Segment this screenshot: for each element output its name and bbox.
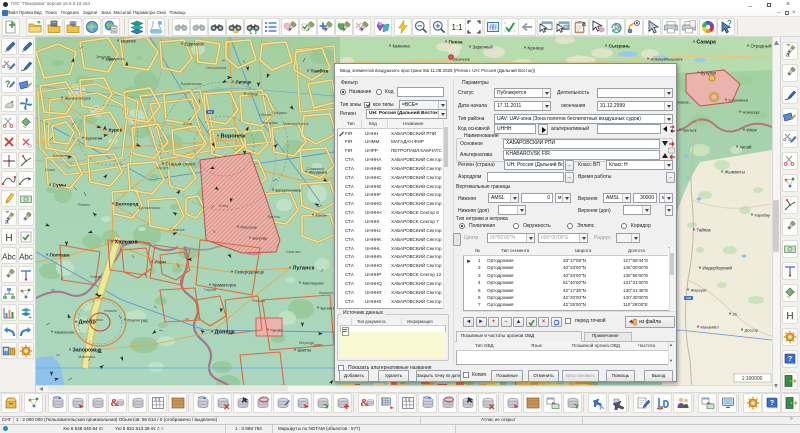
svg-text:Abc: Abc	[2, 252, 16, 261]
svg-text:Новосерг.: Новосерг.	[743, 110, 761, 115]
svg-text:Сумы: Сумы	[53, 183, 67, 189]
svg-text:Доссор: Доссор	[745, 328, 759, 333]
svg-text:Усмань: Усмань	[104, 309, 117, 313]
svg-text:Белгород: Белгород	[116, 202, 139, 208]
svg-text:Славянск: Славянск	[307, 167, 324, 171]
svg-text:Старый Оскол: Старый Оскол	[166, 162, 196, 167]
svg-text:Мценск: Мценск	[121, 39, 136, 44]
svg-text:Северодонецк: Северодонецк	[235, 270, 265, 275]
svg-text:Харьков: Харьков	[115, 240, 139, 246]
svg-text:Ефремов: Ефремов	[185, 42, 205, 47]
svg-text:Лозовая: Лозовая	[272, 111, 287, 115]
svg-text:Abc: Abc	[19, 252, 33, 261]
svg-text:Макеевка: Макеевка	[78, 355, 96, 359]
svg-text:1: 1	[404, 398, 406, 402]
svg-text:Снежное: Снежное	[169, 228, 185, 232]
svg-text:Миллерово: Миллерово	[303, 281, 325, 286]
svg-text:Карабау: Карабау	[755, 213, 770, 218]
svg-text:Илек: Илек	[747, 128, 757, 133]
svg-text:a: a	[5, 218, 9, 225]
svg-text:1:100000: 1:100000	[742, 376, 763, 382]
svg-text:Засечное: Засечное	[453, 57, 471, 62]
svg-text:Липецк: Липецк	[236, 80, 253, 85]
svg-text:Изюм: Изюм	[155, 260, 166, 265]
svg-text:Калач: Калач	[316, 213, 327, 218]
svg-text:Каменское: Каменское	[55, 330, 76, 335]
svg-text:Махамбет: Махамбет	[701, 325, 720, 330]
svg-text:Ромны: Ромны	[78, 203, 90, 207]
svg-text:Мерефа: Мерефа	[299, 341, 315, 345]
svg-text:Воронеж: Воронеж	[221, 134, 247, 140]
svg-text:Лиски: Лиски	[45, 168, 55, 172]
svg-text:грельск: грельск	[683, 128, 697, 133]
svg-text:Сватово: Сватово	[286, 250, 301, 254]
svg-text:Елец: Елец	[219, 204, 229, 208]
svg-text:Обоянь: Обоянь	[259, 113, 272, 117]
svg-text:?: ?	[788, 356, 792, 363]
svg-text:Чугуев: Чугуев	[157, 166, 169, 170]
svg-text:Сорочинск: Сорочинск	[729, 98, 749, 103]
svg-text:Горловка: Горловка	[87, 318, 104, 322]
svg-text:?: ?	[769, 400, 773, 407]
svg-text:?: ?	[727, 20, 732, 28]
svg-text:Запорожье: Запорожье	[73, 348, 102, 354]
svg-text:H: H	[5, 233, 12, 244]
svg-text:Глухов: Глухов	[204, 288, 216, 292]
svg-text:Zh...: Zh...	[733, 312, 741, 317]
svg-text:Ливны: Ливны	[90, 275, 102, 279]
svg-text:Балаклея: Балаклея	[53, 154, 70, 158]
svg-text:Донецк: Донецк	[215, 330, 235, 336]
svg-text:Полтава: Полтава	[50, 253, 70, 259]
svg-text:Жымпиты: Жымпиты	[725, 170, 745, 175]
svg-text:Курчатов: Курчатов	[86, 136, 103, 141]
svg-text:H: H	[786, 311, 793, 322]
svg-text:Жарсуат: Жарсуат	[691, 288, 707, 293]
svg-text:Бутурлиновка: Бутурлиновка	[276, 188, 302, 193]
svg-text:Железногорск: Железногорск	[65, 96, 91, 101]
svg-text:Каменка: Каменка	[393, 44, 411, 49]
svg-text:Купянск: Купянск	[319, 291, 333, 295]
svg-text:2: 2	[157, 398, 159, 402]
svg-text:1: 1	[154, 398, 156, 402]
svg-text:Отрадный: Отрадный	[751, 44, 772, 49]
svg-text:Пенза: Пенза	[449, 40, 463, 46]
svg-text:Луганск: Луганск	[293, 266, 315, 272]
svg-text:Аксай: Аксай	[740, 145, 753, 150]
svg-text:Шахты: Шахты	[298, 348, 312, 353]
svg-text:Должанская: Должанская	[139, 206, 160, 210]
svg-text:Грязи: Грязи	[248, 92, 258, 97]
svg-text:Кузнецк: Кузнецк	[528, 46, 544, 51]
svg-text:Краматорск: Краматорск	[213, 283, 237, 288]
svg-text:Россошь: Россошь	[241, 225, 257, 230]
svg-text:Новокуйбышевск: Новокуйбышевск	[651, 57, 683, 62]
svg-text:Барвенково: Барвенково	[181, 82, 202, 86]
svg-text:2: 2	[407, 398, 409, 402]
svg-text:Самара: Самара	[697, 40, 717, 46]
svg-text:Бузулук: Бузулук	[701, 71, 717, 76]
svg-text:Сызрань: Сызрань	[609, 44, 630, 50]
svg-text:Тайпак: Тайпак	[697, 228, 711, 233]
svg-text:М4: М4	[208, 110, 212, 114]
svg-text:Зверево: Зверево	[96, 55, 111, 59]
svg-text:Павлоград: Павлоград	[128, 318, 149, 323]
svg-text:Рыльск: Рыльск	[252, 299, 265, 303]
svg-text:Курск: Курск	[109, 128, 123, 134]
svg-text:Гуково: Гуково	[271, 328, 284, 333]
svg-text:Богучар: Богучар	[253, 236, 269, 241]
svg-text:А28: А28	[686, 296, 692, 300]
svg-text:Индерборский: Индерборский	[703, 266, 733, 271]
svg-text:Тамбов: Тамбов	[311, 68, 329, 75]
svg-text:Валуйки: Валуйки	[263, 121, 278, 125]
svg-text:1:1: 1:1	[451, 23, 463, 32]
svg-text:Новосе..: Новосе..	[677, 101, 691, 105]
svg-text:Эртиль: Эртиль	[267, 215, 280, 219]
svg-text:Заречный: Заречный	[473, 45, 494, 50]
svg-text:Анна: Анна	[183, 122, 193, 126]
svg-text:Острогожск: Острогожск	[206, 66, 227, 70]
svg-text:a: a	[786, 52, 790, 59]
svg-text:Новошахтинск: Новошахтинск	[283, 122, 309, 126]
svg-text:a: a	[582, 21, 586, 28]
